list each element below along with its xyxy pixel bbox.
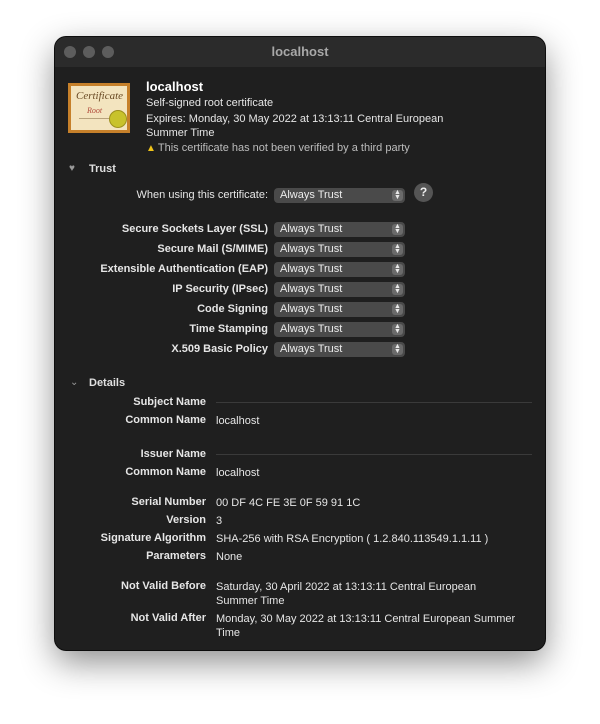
certificate-type: Self-signed root certificate (146, 97, 274, 109)
popup-arrows-icon: ▲ ▼ (392, 283, 403, 295)
popup-arrows-icon: ▲ ▼ (392, 303, 403, 315)
help-button[interactable]: ? (414, 183, 433, 202)
subject-common-name-label: Common Name (125, 414, 206, 426)
when-using-value: Always Trust (280, 189, 343, 201)
eap-label: Extensible Authentication (EAP) (100, 263, 268, 275)
popup-arrows-icon: ▲ ▼ (392, 223, 403, 235)
ipsec-value: Always Trust (280, 283, 343, 295)
popup-arrows-icon: ▲ ▼ (392, 189, 403, 201)
not-valid-before-label: Not Valid Before (121, 580, 206, 592)
not-valid-after-value: Monday, 30 May 2022 at 13:13:11 Central … (216, 613, 516, 639)
signature-algorithm-value: SHA-256 with RSA Encryption ( 1.2.840.11… (216, 533, 489, 545)
certificate-expiry: Expires: Monday, 30 May 2022 at 13:13:11… (146, 113, 444, 139)
ssl-popup[interactable]: Always Trust ▲ ▼ (274, 222, 405, 237)
subject-common-name-value: localhost (216, 415, 260, 427)
trust-section-header[interactable]: Trust (89, 163, 116, 175)
certificate-icon-line (79, 118, 109, 119)
smime-popup[interactable]: Always Trust ▲ ▼ (274, 242, 405, 257)
time-stamping-popup[interactable]: Always Trust ▲ ▼ (274, 322, 405, 337)
issuer-name-divider (216, 454, 532, 455)
popup-arrows-icon: ▲ ▼ (392, 243, 403, 255)
code-signing-value: Always Trust (280, 303, 343, 315)
title-bar[interactable]: localhost (55, 37, 545, 67)
popup-arrows-icon: ▲ ▼ (392, 323, 403, 335)
serial-number-label: Serial Number (131, 496, 206, 508)
warning-icon: ▲ (146, 143, 156, 154)
time-stamping-label: Time Stamping (189, 323, 268, 335)
ssl-value: Always Trust (280, 223, 343, 235)
smime-value: Always Trust (280, 243, 343, 255)
certificate-icon-title: Certificate (76, 90, 124, 102)
code-signing-popup[interactable]: Always Trust ▲ ▼ (274, 302, 405, 317)
certificate-icon-subtitle: Root (87, 106, 103, 115)
verification-warning-text: This certificate has not been verified b… (157, 142, 410, 154)
issuer-common-name-value: localhost (216, 467, 260, 479)
x509-value: Always Trust (280, 343, 343, 355)
x509-popup[interactable]: Always Trust ▲ ▼ (274, 342, 405, 357)
window-title: localhost (271, 44, 329, 59)
smime-label: Secure Mail (S/MIME) (157, 243, 268, 255)
signature-algorithm-label: Signature Algorithm (100, 532, 206, 544)
parameters-label: Parameters (146, 550, 206, 562)
not-valid-before-value: Saturday, 30 April 2022 at 13:13:11 Cent… (216, 581, 477, 607)
ipsec-popup[interactable]: Always Trust ▲ ▼ (274, 282, 405, 297)
details-disclosure-icon[interactable]: ⌄ (70, 377, 78, 388)
certificate-icon: Certificate Root (68, 83, 130, 133)
subject-name-divider (216, 402, 532, 403)
ipsec-label: IP Security (IPsec) (172, 283, 268, 295)
popup-arrows-icon: ▲ ▼ (392, 343, 403, 355)
certificate-window: localhost Certificate Root localhost Sel… (55, 37, 545, 650)
code-signing-label: Code Signing (197, 303, 268, 315)
version-value: 3 (216, 515, 223, 527)
verification-warning: ▲ This certificate has not been verified … (146, 142, 410, 154)
not-valid-after-label: Not Valid After (130, 612, 206, 624)
popup-arrows-icon: ▲ ▼ (392, 263, 403, 275)
certificate-seal-icon (109, 110, 127, 128)
version-label: Version (166, 514, 206, 526)
certificate-name: localhost (146, 79, 204, 94)
trust-disclosure-icon[interactable]: ♥ (69, 163, 75, 174)
subject-name-label: Subject Name (133, 396, 206, 408)
eap-value: Always Trust (280, 263, 343, 275)
ssl-label: Secure Sockets Layer (SSL) (121, 223, 268, 235)
when-using-popup[interactable]: Always Trust ▲ ▼ (274, 188, 405, 203)
serial-number-value: 00 DF 4C FE 3E 0F 59 91 1C (216, 497, 361, 509)
issuer-name-label: Issuer Name (140, 448, 206, 460)
x509-label: X.509 Basic Policy (171, 343, 268, 355)
when-using-label: When using this certificate: (136, 189, 268, 201)
time-stamping-value: Always Trust (280, 323, 343, 335)
parameters-value: None (216, 551, 243, 563)
details-section-header[interactable]: Details (89, 377, 125, 389)
eap-popup[interactable]: Always Trust ▲ ▼ (274, 262, 405, 277)
issuer-common-name-label: Common Name (125, 466, 206, 478)
